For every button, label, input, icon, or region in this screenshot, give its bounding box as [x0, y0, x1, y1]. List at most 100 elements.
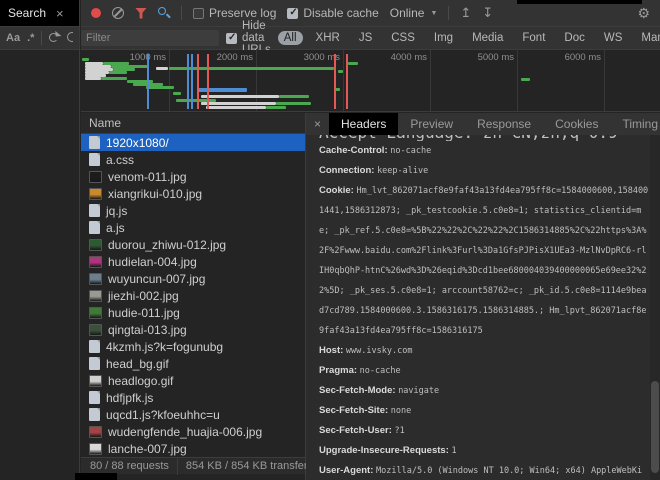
- filter-input[interactable]: [81, 30, 219, 46]
- file-name: wudengfende_huajia-006.jpg: [108, 425, 262, 439]
- table-row[interactable]: xiangrikui-010.jpg: [81, 185, 305, 202]
- checkbox-unchecked[interactable]: [193, 8, 204, 19]
- filter-type-doc[interactable]: Doc: [558, 31, 590, 45]
- table-row[interactable]: uqcd1.js?kfoeuhhc=u: [81, 406, 305, 423]
- header-entry: User-Agent: Mozilla/5.0 (Windows NT 10.0…: [319, 461, 650, 480]
- overview-waterfall[interactable]: 1000 ms2000 ms3000 ms4000 ms5000 ms6000 …: [81, 50, 660, 112]
- request-detail-panel: × HeadersPreviewResponseCookiesTiming Ac…: [306, 113, 660, 480]
- clipped-header-line: Accept-Language: zh-CN,zh;q=0.9: [319, 135, 650, 141]
- table-row[interactable]: a.js: [81, 219, 305, 236]
- waterfall-bar: [197, 88, 247, 92]
- file-name: head_bg.gif: [106, 357, 169, 371]
- table-row[interactable]: wudengfende_huajia-006.jpg: [81, 423, 305, 440]
- preserve-log-checkbox[interactable]: Preserve log: [193, 6, 276, 20]
- filter-type-media[interactable]: Media: [466, 31, 509, 45]
- waterfall-bar: [156, 67, 168, 70]
- search-toolbar: Aa .*: [0, 27, 79, 50]
- search-tabstrip: Search ×: [0, 0, 79, 27]
- header-name: Pragma:: [319, 365, 360, 376]
- refresh-icon[interactable]: [49, 33, 60, 44]
- waterfall-bar: [109, 71, 127, 74]
- filter-type-font[interactable]: Font: [516, 31, 551, 45]
- scrollbar-thumb[interactable]: [651, 381, 659, 473]
- table-row[interactable]: lanche-007.jpg: [81, 440, 305, 457]
- header-name: Sec-Fetch-Site:: [319, 405, 391, 416]
- filter-type-ws[interactable]: WS: [598, 31, 629, 45]
- header-name: Upgrade-Insecure-Requests:: [319, 445, 452, 456]
- table-row[interactable]: a.css: [81, 151, 305, 168]
- name-header-label: Name: [89, 116, 121, 130]
- table-row[interactable]: duorou_zhiwu-012.jpg: [81, 236, 305, 253]
- tab-headers[interactable]: Headers: [329, 113, 398, 135]
- table-row[interactable]: jq.js: [81, 202, 305, 219]
- filter-type-manifest[interactable]: Manifest: [635, 31, 660, 45]
- filter-type-css[interactable]: CSS: [385, 31, 421, 45]
- image-thumbnail-icon: [89, 171, 102, 183]
- clear-icon[interactable]: [112, 7, 124, 19]
- image-thumbnail-icon: [89, 290, 102, 302]
- tab-timing[interactable]: Timing: [610, 113, 660, 135]
- close-icon[interactable]: ×: [56, 6, 64, 21]
- waterfall-bar: [201, 95, 279, 98]
- table-row[interactable]: head_bg.gif: [81, 355, 305, 372]
- close-icon[interactable]: ×: [306, 113, 329, 135]
- checkbox-checked[interactable]: [287, 8, 298, 19]
- header-name: Connection:: [319, 165, 377, 176]
- header-entry: Cache-Control: no-cache: [319, 141, 650, 161]
- filter-type-js[interactable]: JS: [353, 31, 378, 45]
- table-row[interactable]: qingtai-013.jpg: [81, 321, 305, 338]
- import-har-icon[interactable]: ↥: [460, 5, 471, 21]
- file-name: wuyuncun-007.jpg: [108, 272, 205, 286]
- document-icon: [89, 204, 100, 217]
- table-row[interactable]: hudielan-004.jpg: [81, 253, 305, 270]
- table-row[interactable]: wuyuncun-007.jpg: [81, 270, 305, 287]
- header-entry: Upgrade-Insecure-Requests: 1: [319, 441, 650, 461]
- file-name: lanche-007.jpg: [108, 442, 187, 456]
- table-row[interactable]: 4kzmh.js?k=fogunubg: [81, 338, 305, 355]
- waterfall-bar: [101, 77, 127, 80]
- table-row[interactable]: hudie-011.jpg: [81, 304, 305, 321]
- table-row[interactable]: headlogo.gif: [81, 372, 305, 389]
- file-name: 1920x1080/: [106, 136, 169, 150]
- name-column-header[interactable]: Name: [81, 113, 305, 134]
- record-icon[interactable]: [91, 8, 101, 18]
- filter-type-all[interactable]: All: [278, 31, 303, 45]
- table-row[interactable]: venom-011.jpg: [81, 168, 305, 185]
- table-row[interactable]: jiezhi-002.jpg: [81, 287, 305, 304]
- clear-search-icon[interactable]: [67, 32, 73, 44]
- regex-button[interactable]: .*: [27, 32, 34, 44]
- timeline-tick-label: 6000 ms: [551, 52, 601, 63]
- document-icon: [89, 391, 100, 404]
- status-bar: 80 / 88 requests 854 KB / 854 KB transfe…: [81, 457, 305, 474]
- tab-response[interactable]: Response: [465, 113, 543, 135]
- throttling-dropdown[interactable]: Online ▼: [390, 6, 438, 20]
- export-har-icon[interactable]: ↧: [482, 5, 493, 21]
- disable-cache-checkbox[interactable]: Disable cache: [287, 6, 378, 20]
- table-row[interactable]: hdfjpfk.js: [81, 389, 305, 406]
- timeline-tick-label: 5000 ms: [464, 52, 514, 63]
- waterfall-bar: [206, 106, 266, 109]
- filter-funnel-icon[interactable]: [135, 8, 147, 19]
- image-thumbnail-icon: [89, 324, 102, 336]
- tab-search[interactable]: Search ×: [0, 0, 79, 26]
- headers-content[interactable]: Accept-Language: zh-CN,zh;q=0.9 Cache-Co…: [306, 135, 650, 480]
- header-entry: Pragma: no-cache: [319, 361, 650, 381]
- timeline-tick-label: 4000 ms: [377, 52, 427, 63]
- event-marker-line: [197, 54, 199, 109]
- search-icon[interactable]: [158, 7, 170, 19]
- tab-cookies[interactable]: Cookies: [543, 113, 610, 135]
- filter-type-img[interactable]: Img: [428, 31, 459, 45]
- waterfall-bar: [521, 78, 530, 81]
- event-marker-line: [346, 54, 348, 109]
- waterfall-bar: [266, 106, 286, 109]
- table-row[interactable]: 1920x1080/: [81, 134, 305, 151]
- throttling-value: Online: [390, 6, 425, 20]
- requests-table: Name 1920x1080/a.cssvenom-011.jpgxiangri…: [81, 113, 306, 480]
- match-case-button[interactable]: Aa: [6, 32, 20, 44]
- waterfall-bar: [173, 92, 181, 95]
- tab-preview[interactable]: Preview: [398, 113, 465, 135]
- gear-icon[interactable]: ⚙: [637, 5, 650, 22]
- filter-type-xhr[interactable]: XHR: [310, 31, 346, 45]
- file-name: hudie-011.jpg: [108, 306, 180, 320]
- checkbox-checked[interactable]: [226, 33, 237, 44]
